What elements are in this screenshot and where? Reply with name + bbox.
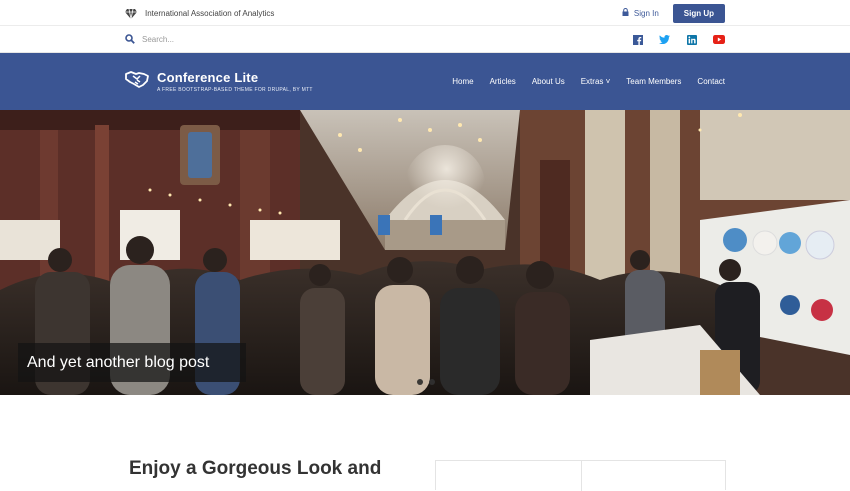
search-bar [0,26,850,53]
section-heading: Enjoy a Gorgeous Look and [129,458,382,479]
search-input[interactable] [142,35,282,44]
top-bar: International Association of Analytics S… [0,0,850,26]
sign-in-label: Sign In [633,8,659,18]
nav-item-team-members[interactable]: Team Members [626,77,681,86]
site-title: Conference Lite [157,70,259,85]
hero-slider[interactable]: And yet another blog post [0,110,850,395]
nav-item-articles[interactable]: Articles [490,77,516,86]
content-section: Enjoy a Gorgeous Look and [0,395,850,491]
sign-up-button[interactable]: Sign Up [672,3,725,23]
nav-item-extras[interactable]: Extras ˅ [581,77,611,86]
organization: International Association of Analytics [125,7,275,20]
slide-caption-text: And yet another blog post [27,353,210,371]
slider-dot-1[interactable] [417,379,423,385]
social-links [631,33,725,46]
nav-item-contact[interactable]: Contact [697,77,725,86]
nav-item-home[interactable]: Home [452,77,473,86]
feature-divider [581,461,582,491]
linkedin-icon[interactable] [685,33,698,46]
lock-icon [622,8,629,18]
main-menu: Home Articles About Us Extras ˅ Team Mem… [452,77,725,86]
slider-dot-2[interactable] [429,379,435,385]
feature-boxes [435,460,726,491]
search-icon[interactable] [125,31,135,49]
handshake-logo-icon [125,70,149,93]
twitter-icon[interactable] [658,33,671,46]
facebook-icon[interactable] [631,33,644,46]
site-brand[interactable]: Conference Lite A FREE BOOTSTRAP-BASED T… [125,70,313,93]
slide-caption[interactable]: And yet another blog post [18,343,246,382]
site-tagline: A FREE BOOTSTRAP-BASED THEME FOR DRUPAL,… [157,87,313,93]
diamond-logo-icon [125,7,137,20]
main-navbar: Conference Lite A FREE BOOTSTRAP-BASED T… [0,53,850,110]
youtube-icon[interactable] [712,33,725,46]
slider-pagination [417,379,435,385]
nav-item-about-us[interactable]: About Us [532,77,565,86]
sign-in-link[interactable]: Sign In [622,8,659,18]
organization-name: International Association of Analytics [145,8,275,18]
